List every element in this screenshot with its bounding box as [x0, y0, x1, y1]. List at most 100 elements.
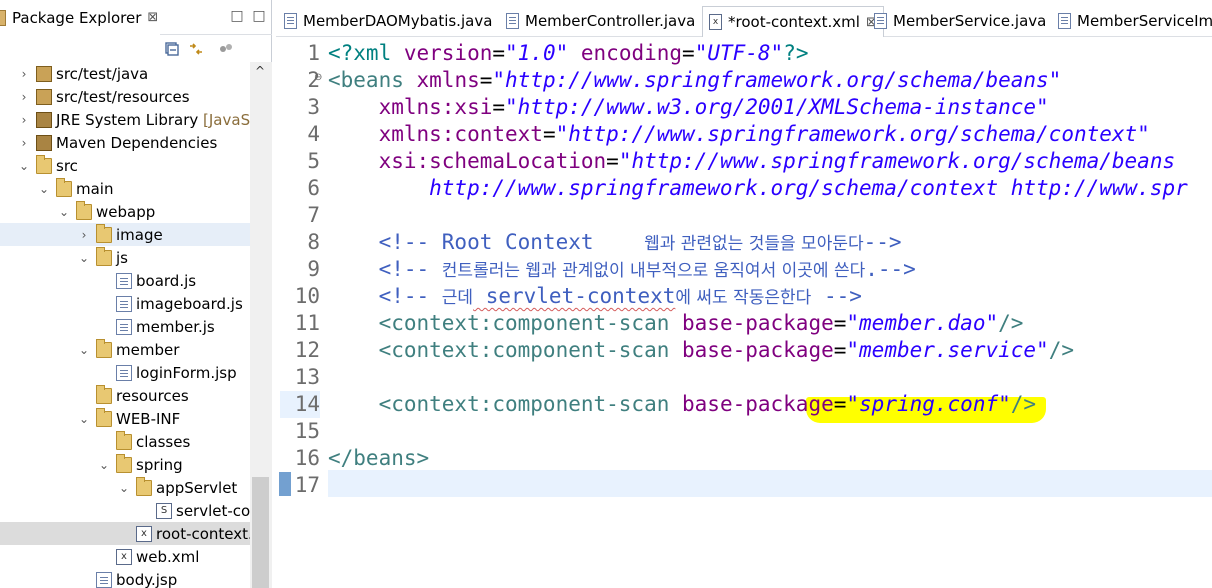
library-icon: [36, 111, 52, 128]
expand-chevron-icon[interactable]: ›: [18, 68, 30, 80]
expand-chevron-icon[interactable]: ›: [18, 91, 30, 103]
tree-item[interactable]: board.js: [0, 269, 250, 292]
code-line-10: <!-- 근데 servlet-context에 써도 작동은한다 -->: [328, 284, 862, 308]
tree-item[interactable]: resources: [0, 384, 250, 407]
line-number: 11: [294, 311, 320, 335]
tree-item-label: imageboard.js: [136, 294, 243, 313]
line-number: 15: [294, 419, 320, 443]
tree-item[interactable]: loginForm.jsp: [0, 361, 250, 384]
package-explorer-icon: [0, 9, 6, 26]
tree-item[interactable]: x web.xml: [0, 545, 250, 568]
editor-tab-memberdaomybatis[interactable]: MemberDAOMybatis.java: [284, 9, 492, 33]
tree-item[interactable]: ⌄ WEB-INF: [0, 407, 250, 430]
xml-file-icon: x: [709, 14, 722, 30]
maximize-button[interactable]: □: [250, 7, 268, 25]
folder-icon: [56, 177, 72, 197]
explorer-toolbar: [0, 36, 272, 62]
tree-item[interactable]: › src/test/java: [0, 62, 250, 85]
collapse-chevron-icon[interactable]: ⌄: [98, 459, 110, 471]
expand-chevron-icon[interactable]: ›: [78, 229, 90, 241]
tree-item-label: Maven Dependencies: [56, 133, 218, 152]
tree-item[interactable]: ⌄ member: [0, 338, 250, 361]
fold-toggle-icon[interactable]: ⊖: [314, 72, 322, 83]
js-file-icon: [116, 318, 132, 335]
editor-tab-label: *root-context.xml: [728, 13, 860, 31]
tree-item[interactable]: › image: [0, 223, 250, 246]
line-number: 1: [307, 41, 320, 65]
folder-icon: [96, 338, 112, 358]
tree-item-label: loginForm.jsp: [136, 363, 237, 382]
close-icon[interactable]: ⊠: [147, 10, 158, 25]
collapse-all-icon[interactable]: [164, 41, 180, 57]
project-tree: › src/test/java › src/test/resources › J…: [0, 62, 250, 588]
line-number: 7: [307, 203, 320, 227]
folder-icon: [96, 223, 112, 243]
scrollbar-thumb[interactable]: [252, 477, 269, 588]
expand-chevron-icon[interactable]: ›: [18, 114, 30, 126]
tree-item[interactable]: › src/test/resources: [0, 85, 250, 108]
tree-item-label: classes: [136, 432, 191, 451]
collapse-chevron-icon[interactable]: ⌄: [38, 183, 50, 195]
tree-item-label: appServlet: [156, 478, 238, 497]
editor-tab-memberserviceimpl[interactable]: MemberServiceImpl.: [1058, 9, 1212, 33]
tree-item[interactable]: x root-context.x: [0, 522, 250, 545]
editor-tab-membercontroller[interactable]: MemberController.java: [506, 9, 695, 33]
tree-item[interactable]: ⌄ src: [0, 154, 250, 177]
editor-tab-root-context[interactable]: x *root-context.xml ⊠: [702, 6, 884, 37]
current-line-highlight: [328, 470, 1212, 497]
line-number: 9: [307, 257, 320, 281]
package-explorer-tab[interactable]: Package Explorer ⊠: [0, 0, 160, 35]
tree-item[interactable]: body.jsp: [0, 568, 250, 588]
java-file-icon: [284, 13, 297, 29]
explorer-scrollbar[interactable]: ^: [250, 62, 272, 588]
code-editor[interactable]: <?xml version="1.0" encoding="UTF-8"?> <…: [328, 38, 1212, 588]
minimize-button[interactable]: □: [228, 7, 246, 25]
tree-item-label: image: [116, 225, 163, 244]
tree-item-label: js: [116, 248, 128, 267]
tree-item[interactable]: › JRE System Library [JavaSE-1: [0, 108, 250, 131]
code-line-4: xmlns:context="http://www.springframewor…: [328, 122, 1150, 146]
package-explorer-tab-label: Package Explorer: [12, 8, 142, 27]
tree-item[interactable]: imageboard.js: [0, 292, 250, 315]
tree-item[interactable]: ⌄ js: [0, 246, 250, 269]
tree-item[interactable]: › Maven Dependencies: [0, 131, 250, 154]
package-explorer-view: Package Explorer ⊠ □ □ › src/test/java ›: [0, 0, 272, 588]
tree-item[interactable]: ⌄ main: [0, 177, 250, 200]
tree-item-decoration: [JavaSE-1: [203, 110, 250, 129]
tree-item-label: root-context.x: [156, 524, 250, 543]
code-line-2: <beans xmlns="http://www.springframework…: [328, 68, 1062, 92]
code-line-8: <!-- Root Context 웹과 관련없는 것들을 모아둔다-->: [328, 230, 902, 254]
line-number: 14: [280, 391, 320, 418]
editor-tab-label: MemberServiceImpl.: [1077, 12, 1212, 30]
folder-icon: [116, 430, 132, 450]
folder-icon: [96, 407, 112, 427]
collapse-chevron-icon[interactable]: ⌄: [18, 160, 30, 172]
tree-item[interactable]: S servlet-con: [0, 499, 250, 522]
collapse-chevron-icon[interactable]: ⌄: [58, 206, 70, 218]
tree-item-label: spring: [136, 455, 183, 474]
js-file-icon: [116, 272, 132, 289]
collapse-chevron-icon[interactable]: ⌄: [118, 482, 130, 494]
view-menu-icon[interactable]: [218, 41, 234, 57]
collapse-chevron-icon[interactable]: ⌄: [78, 252, 90, 264]
link-with-editor-icon[interactable]: [188, 41, 204, 57]
expand-chevron-icon[interactable]: ›: [18, 137, 30, 149]
tree-item[interactable]: member.js: [0, 315, 250, 338]
tree-item-label: board.js: [136, 271, 197, 290]
editor-tab-memberservice[interactable]: MemberService.java: [874, 9, 1046, 33]
tree-item-label: webapp: [96, 202, 156, 221]
line-number: 13: [294, 365, 320, 389]
tree-item[interactable]: classes: [0, 430, 250, 453]
collapse-chevron-icon[interactable]: ⌄: [78, 413, 90, 425]
collapse-chevron-icon[interactable]: ⌄: [78, 344, 90, 356]
line-number: 17: [294, 473, 320, 497]
code-line-6: http://www.springframework.org/schema/co…: [328, 176, 1188, 200]
scroll-up-icon[interactable]: ^: [255, 64, 265, 78]
tree-item[interactable]: ⌄ webapp: [0, 200, 250, 223]
code-line-14: <context:component-scan base-package="sp…: [328, 392, 1037, 416]
code-line-1: <?xml version="1.0" encoding="UTF-8"?>: [328, 41, 809, 65]
tree-item[interactable]: ⌄ spring: [0, 453, 250, 476]
tree-item[interactable]: ⌄ appServlet: [0, 476, 250, 499]
line-number: 10: [294, 284, 320, 308]
java-file-icon: [874, 13, 887, 29]
